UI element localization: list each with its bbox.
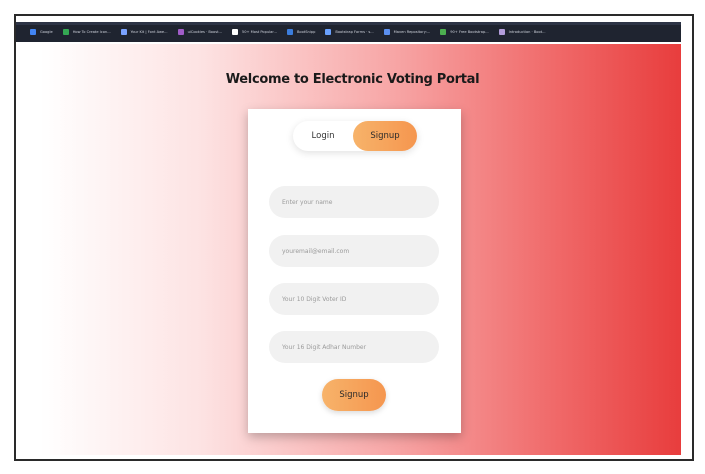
- bookmark-label: 50+ Most Popular...: [241, 30, 277, 34]
- bookmark-icon: [498, 29, 505, 35]
- voter-id-input[interactable]: [269, 283, 439, 315]
- bookmark-label: Maven Repository:...: [393, 30, 431, 34]
- bookmark-google[interactable]: Google: [30, 29, 53, 35]
- bookmark-free-bootstrap[interactable]: 90+ Free Bootstrap...: [440, 29, 489, 35]
- email-input[interactable]: [269, 235, 439, 267]
- auth-tab-toggle: Login Signup: [293, 121, 417, 151]
- tab-signup[interactable]: Signup: [353, 121, 417, 151]
- flag-icon: [120, 29, 127, 35]
- bookmark-icon: [231, 29, 238, 35]
- bookmark-bootstrap-forms[interactable]: Bootstrap Forms · s...: [325, 29, 374, 35]
- page-left-margin: [16, 44, 40, 455]
- bookmark-icon: [440, 29, 447, 35]
- bookmark-uicookies[interactable]: uiCookies · Boost...: [177, 29, 222, 35]
- bookmark-icon: [62, 29, 69, 35]
- bookmark-label: Google: [40, 30, 53, 34]
- bookmark-icon: [177, 29, 184, 35]
- google-icon: [30, 29, 36, 35]
- bookmark-maven[interactable]: Maven Repository:...: [383, 29, 431, 35]
- bookmark-icon: [325, 29, 332, 35]
- bookmark-most-popular[interactable]: 50+ Most Popular...: [231, 29, 277, 35]
- bookmark-label: BootSnipp: [296, 30, 316, 34]
- bookmark-label: Bootstrap Forms · s...: [335, 30, 374, 34]
- bookmark-icon: [383, 29, 390, 35]
- bookmarks-bar: Google How To Create Icon... Your Kit | …: [16, 22, 681, 42]
- bookmark-label: uiCookies · Boost...: [187, 30, 222, 34]
- auth-card: Login Signup Signup: [248, 109, 461, 433]
- adhar-number-input[interactable]: [269, 331, 439, 363]
- bookmark-create-icon[interactable]: How To Create Icon...: [62, 29, 111, 35]
- bookmark-label: Your Kit | Font Awe...: [130, 30, 168, 34]
- page-title: Welcome to Electronic Voting Portal: [225, 72, 480, 87]
- bookmark-bootsnipp[interactable]: BootSnipp: [286, 29, 316, 35]
- bookmark-icon: [286, 29, 293, 35]
- signup-button[interactable]: Signup: [322, 379, 386, 411]
- bookmark-label: Introduction · Boot...: [508, 30, 546, 34]
- bookmark-introduction[interactable]: Introduction · Boot...: [498, 29, 546, 35]
- bookmark-font-awesome[interactable]: Your Kit | Font Awe...: [120, 29, 168, 35]
- bookmark-label: How To Create Icon...: [72, 30, 111, 34]
- bookmark-label: 90+ Free Bootstrap...: [450, 30, 489, 34]
- tab-login[interactable]: Login: [293, 121, 353, 151]
- name-input[interactable]: [269, 186, 439, 218]
